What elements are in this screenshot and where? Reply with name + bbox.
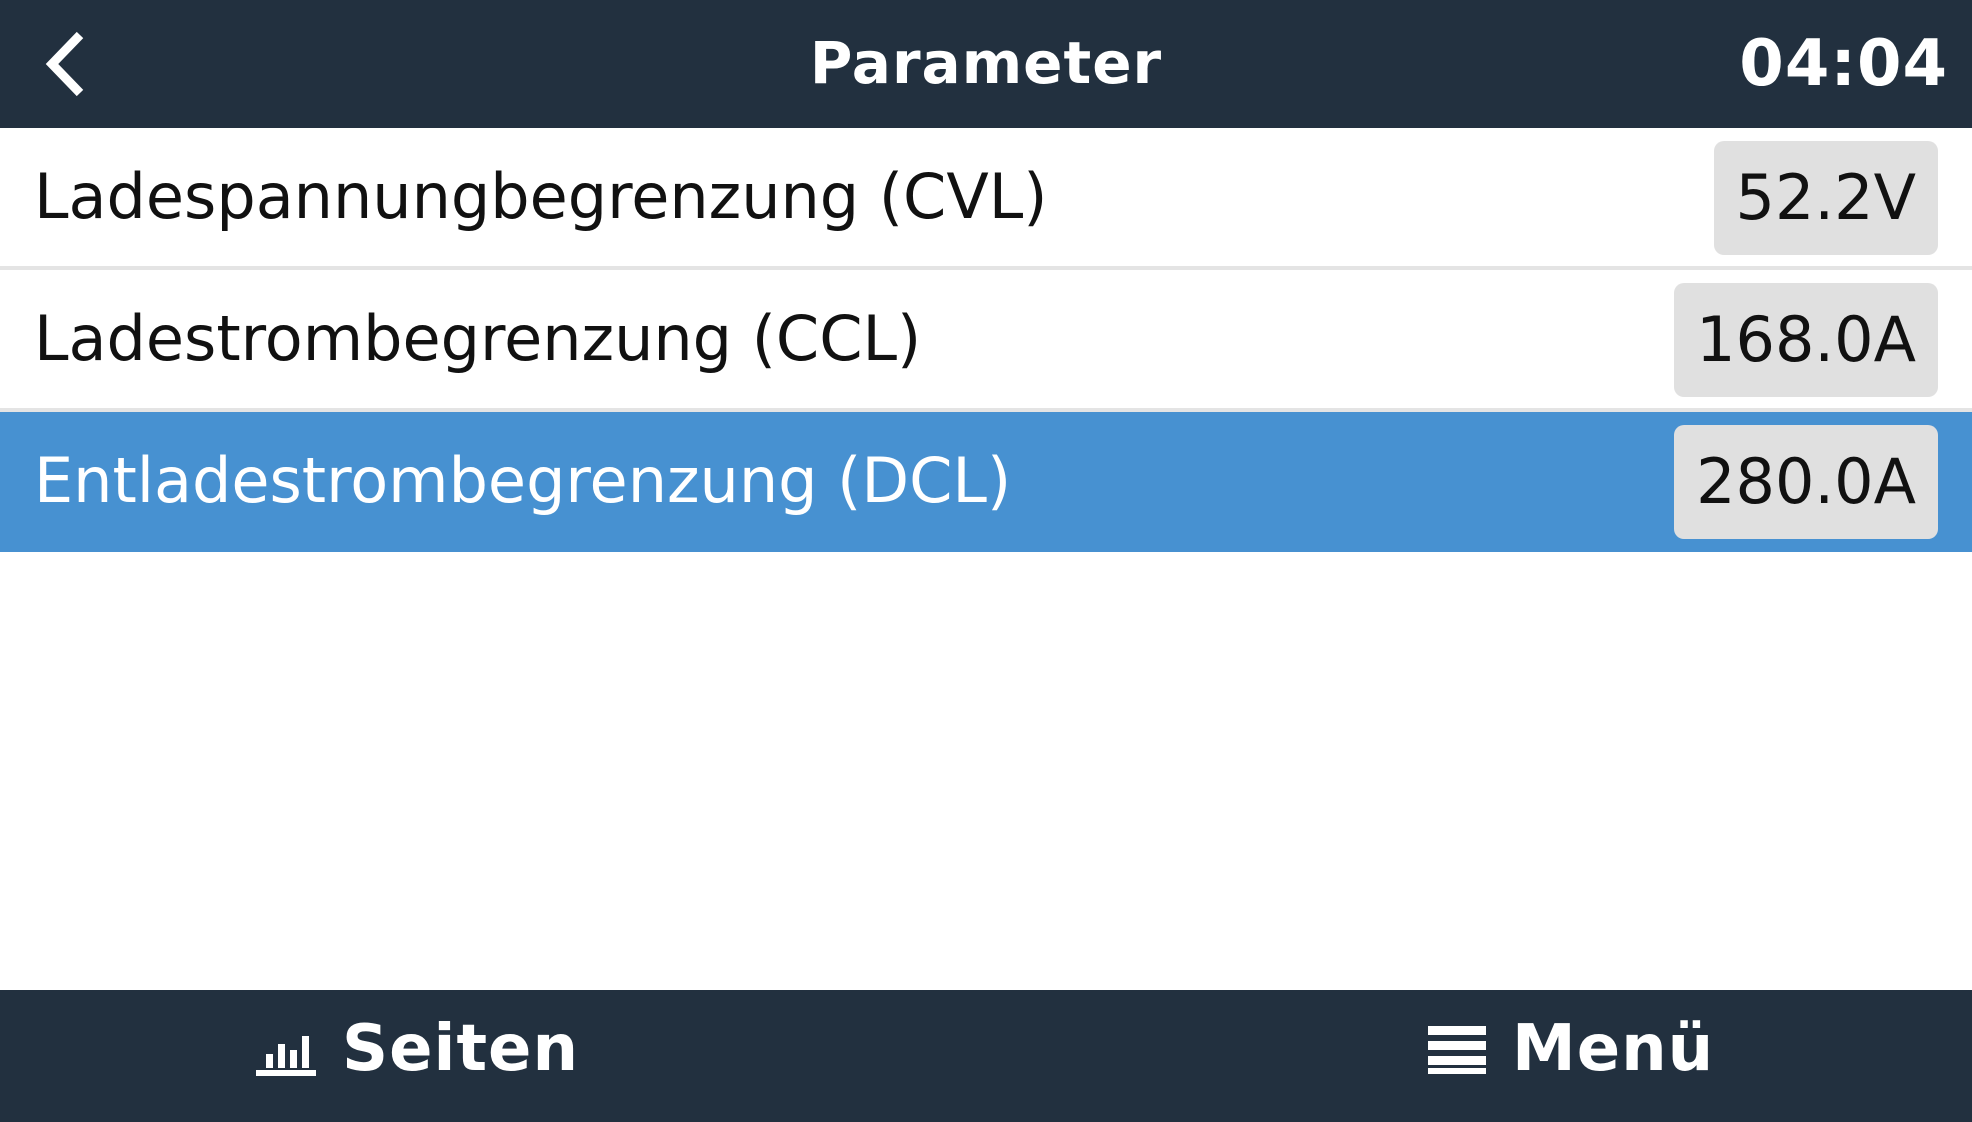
list-item-label: Entladestrombegrenzung (DCL) bbox=[34, 444, 1012, 517]
clock: 04:04 bbox=[1739, 27, 1948, 101]
pages-button[interactable]: Seiten bbox=[254, 990, 579, 1108]
pages-label: Seiten bbox=[342, 1012, 579, 1086]
list-item-dcl[interactable]: Entladestrombegrenzung (DCL) 280.0A bbox=[0, 412, 1972, 552]
list-item-ccl[interactable]: Ladestrombegrenzung (CCL) 168.0A bbox=[0, 270, 1972, 412]
list-item-label: Ladespannungbegrenzung (CVL) bbox=[34, 160, 1048, 233]
parameter-list: Ladespannungbegrenzung (CVL) 52.2V Lades… bbox=[0, 128, 1972, 552]
bar-chart-icon bbox=[254, 1022, 318, 1076]
list-item-value: 280.0A bbox=[1674, 425, 1938, 539]
back-button[interactable] bbox=[30, 22, 100, 106]
header-bar: Parameter 04:04 bbox=[0, 0, 1972, 128]
hamburger-menu-icon bbox=[1426, 1022, 1488, 1076]
chevron-left-icon bbox=[45, 31, 84, 97]
menu-label: Menü bbox=[1512, 1012, 1715, 1086]
list-item-value: 52.2V bbox=[1713, 141, 1938, 255]
list-item-label: Ladestrombegrenzung (CCL) bbox=[34, 302, 922, 375]
footer-bar: Seiten Menü bbox=[0, 990, 1972, 1122]
page-title: Parameter bbox=[809, 29, 1163, 97]
list-item-cvl[interactable]: Ladespannungbegrenzung (CVL) 52.2V bbox=[0, 128, 1972, 270]
screen: Parameter 04:04 Ladespannungbegrenzung (… bbox=[0, 0, 1972, 1122]
list-item-value: 168.0A bbox=[1674, 283, 1938, 397]
menu-button[interactable]: Menü bbox=[1426, 990, 1714, 1108]
